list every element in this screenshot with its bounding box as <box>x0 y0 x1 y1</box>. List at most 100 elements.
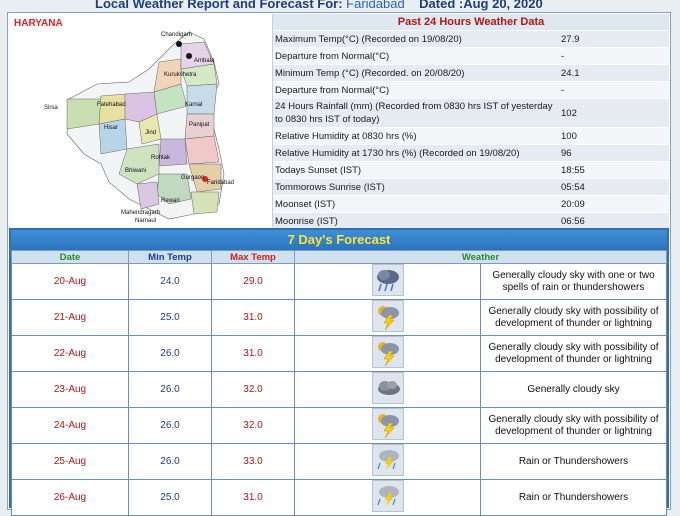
thundershower-icon <box>371 480 404 512</box>
past-label: 24 Hours Rainfall (mm) (Recorded from 08… <box>275 101 553 125</box>
past-row: Tommorows Sunrise (IST) 05:54 <box>273 178 669 195</box>
forecast-table: Date Min Temp Max Temp Weather 20-Aug 24.… <box>11 250 667 516</box>
forecast-row: 21-Aug 25.0 31.0 Generally cloudy sky with … <box>11 299 667 336</box>
forecast-max-temp: 29.0 <box>211 263 295 300</box>
past-row: 24 Hours Rainfall (mm) (Recorded from 08… <box>273 98 669 127</box>
forecast-max-temp: 31.0 <box>211 479 295 516</box>
forecast-row: 23-Aug 26.0 32.0 Generally cloudy sky <box>11 371 667 408</box>
forecast-min-temp: 26.0 <box>128 335 212 372</box>
forecast-panel: 7 Day's Forecast Date Min Temp Max Temp … <box>9 228 669 516</box>
forecast-date: 20-Aug <box>11 263 129 300</box>
past-label: Moonrise (IST) <box>275 215 338 227</box>
forecast-weather: Generally cloudy sky with possibility of… <box>480 299 667 336</box>
forecast-icon-cell <box>294 371 481 408</box>
past-24h-title: Past 24 Hours Weather Data <box>273 14 669 30</box>
forecast-min-temp: 26.0 <box>128 443 212 480</box>
svg-text:Panipat: Panipat <box>189 122 210 128</box>
past-label: Departure from Normal(°C) <box>275 50 390 62</box>
forecast-max-temp: 32.0 <box>211 371 295 408</box>
past-label: Moonset (IST) <box>275 198 336 210</box>
forecast-icon-cell <box>294 335 481 372</box>
past-value: 24.1 <box>561 67 580 79</box>
svg-text:Rewari: Rewari <box>161 198 180 204</box>
forecast-header-row: Date Min Temp Max Temp Weather <box>11 250 667 264</box>
forecast-weather: Generally cloudy sky <box>480 371 667 408</box>
forecast-date: 25-Aug <box>11 443 129 480</box>
past-label: Tommorows Sunrise (IST) <box>275 181 385 193</box>
past-label: Todays Sunset (IST) <box>275 164 362 176</box>
header-date: Date <box>11 250 129 264</box>
past-value: 96 <box>561 147 572 159</box>
forecast-body: 20-Aug 24.0 29.0 Generally cloudy sky with … <box>11 263 667 516</box>
past-label: Maximum Temp(°C) (Recorded on 19/08/20) <box>275 33 462 45</box>
past-row: Minimum Temp (°C) (Recorded. on 20/08/20… <box>273 64 669 81</box>
forecast-max-temp: 31.0 <box>211 299 295 336</box>
header-weather: Weather <box>294 250 667 264</box>
forecast-row: 26-Aug 25.0 31.0 Rain or Thundershowers <box>11 479 667 516</box>
forecast-icon-cell <box>294 299 481 336</box>
svg-text:Karnal: Karnal <box>185 102 202 108</box>
forecast-row: 24-Aug 26.0 32.0 Generally cloudy sky with … <box>11 407 667 444</box>
past-label: Minimum Temp (°C) (Recorded. on 20/08/20… <box>275 67 465 79</box>
title-prefix: Local Weather Report and Forecast For: <box>95 0 343 11</box>
past-row: Todays Sunset (IST) 18:55 <box>273 161 669 178</box>
forecast-date: 21-Aug <box>11 299 129 336</box>
header-max-temp: Max Temp <box>211 250 295 264</box>
haryana-map: Chandigarh Ambala Kurukshetra Sirsa Fate… <box>9 14 273 227</box>
past-row: Relative Humidity at 1730 hrs (%) (Recor… <box>273 144 669 161</box>
past-24h-rows: Maximum Temp(°C) (Recorded on 19/08/20) 2… <box>273 30 669 229</box>
forecast-weather: Generally cloudy sky with possibility of… <box>480 407 667 444</box>
title-bar: Local Weather Report and Forecast For: F… <box>0 0 680 12</box>
forecast-min-temp: 25.0 <box>128 299 212 336</box>
forecast-max-temp: 31.0 <box>211 335 295 372</box>
forecast-row: 25-Aug 26.0 33.0 Rain or Thundershowers <box>11 443 667 480</box>
forecast-date: 26-Aug <box>11 479 129 516</box>
forecast-icon-cell <box>294 263 481 300</box>
forecast-max-temp: 33.0 <box>211 443 295 480</box>
forecast-icon-cell <box>294 443 481 480</box>
svg-text:Ambala: Ambala <box>194 58 215 64</box>
past-24h-panel: Past 24 Hours Weather Data Maximum Temp(… <box>273 14 669 229</box>
svg-text:Narnaul: Narnaul <box>135 218 156 224</box>
rain-cloud-icon <box>371 264 404 296</box>
thunder-icon <box>371 408 404 440</box>
past-value: 05:54 <box>561 181 585 193</box>
forecast-date: 22-Aug <box>11 335 129 372</box>
past-label: Relative Humidity at 1730 hrs (%) (Recor… <box>275 147 520 159</box>
svg-text:Chandigarh: Chandigarh <box>161 32 192 38</box>
past-row: Maximum Temp(°C) (Recorded on 19/08/20) 2… <box>273 30 669 47</box>
past-row: Moonset (IST) 20:09 <box>273 195 669 212</box>
map-state-label: HARYANA <box>14 18 63 29</box>
dated-label: Dated :Aug 20, 2020 <box>419 0 543 11</box>
forecast-min-temp: 25.0 <box>128 479 212 516</box>
forecast-max-temp: 32.0 <box>211 407 295 444</box>
past-value: - <box>561 84 565 96</box>
cloud-icon <box>371 372 404 404</box>
svg-text:Hisar: Hisar <box>104 125 118 131</box>
past-value: 18:55 <box>561 164 585 176</box>
forecast-weather: Generally cloudy sky with possibility of… <box>480 335 667 372</box>
forecast-row: 20-Aug 24.0 29.0 Generally cloudy sky with … <box>11 263 667 300</box>
past-row: Relative Humidity at 0830 hrs (%) 100 <box>273 127 669 144</box>
svg-text:Kurukshetra: Kurukshetra <box>164 72 197 78</box>
forecast-min-temp: 26.0 <box>128 407 212 444</box>
forecast-weather: Generally cloudy sky with one or two spe… <box>480 263 667 300</box>
thunder-icon <box>371 300 404 332</box>
thundershower-icon <box>371 444 404 476</box>
past-row: Departure from Normal(°C) - <box>273 47 669 64</box>
forecast-weather: Rain or Thundershowers <box>480 443 667 480</box>
svg-text:Jind: Jind <box>145 130 156 136</box>
svg-text:Fatehabad: Fatehabad <box>97 102 126 108</box>
past-value: 102 <box>561 107 577 119</box>
thunder-icon <box>371 336 404 368</box>
city-name[interactable]: Faridabad <box>346 0 405 11</box>
forecast-min-temp: 24.0 <box>128 263 212 300</box>
past-row: Departure from Normal(°C) - <box>273 81 669 98</box>
forecast-icon-cell <box>294 479 481 516</box>
svg-text:Rohtak: Rohtak <box>151 155 171 161</box>
past-value: 27.9 <box>561 33 580 45</box>
forecast-date: 24-Aug <box>11 407 129 444</box>
past-value: 06:56 <box>561 215 585 227</box>
forecast-title: 7 Day's Forecast <box>11 230 667 250</box>
forecast-min-temp: 26.0 <box>128 371 212 408</box>
